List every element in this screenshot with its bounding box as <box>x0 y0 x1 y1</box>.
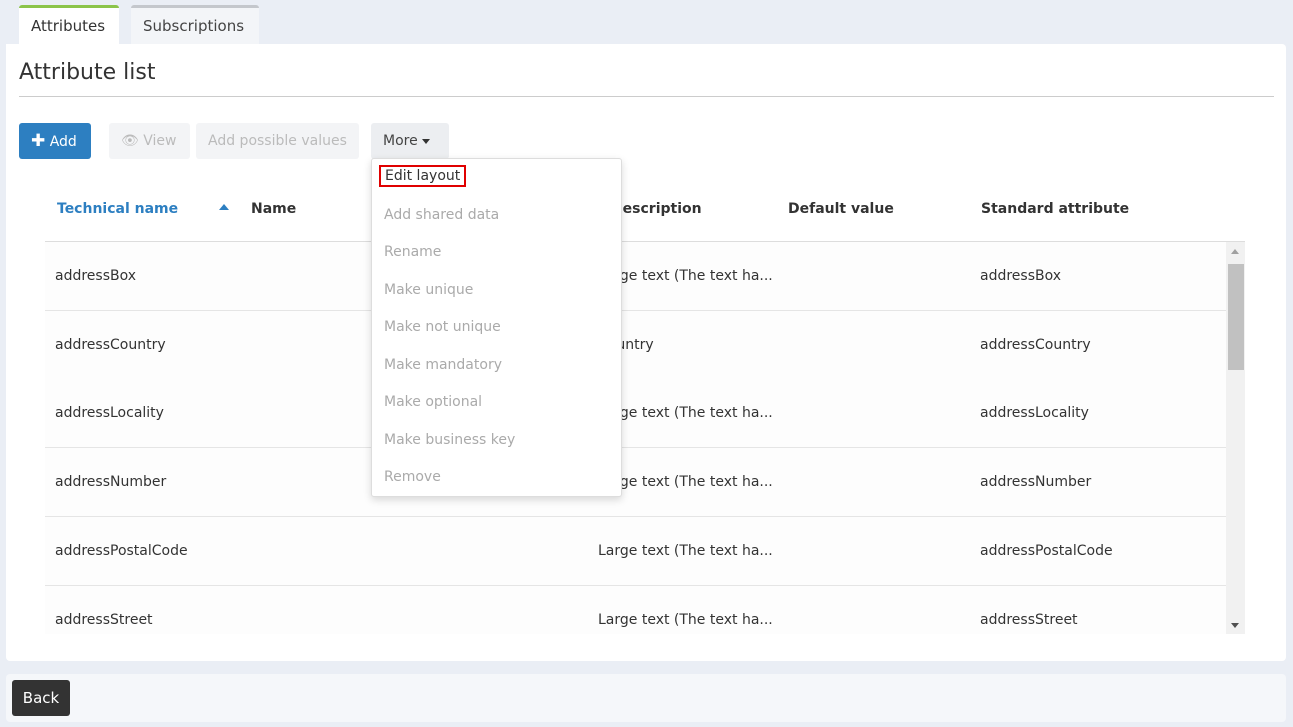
eye-icon: 👁 <box>121 133 139 149</box>
tab-subscriptions[interactable]: Subscriptions <box>131 5 259 45</box>
standard-attribute-cell: addressPostalCode <box>980 542 1113 559</box>
column-header-default-value[interactable]: Default value <box>788 201 894 217</box>
main-panel: Attribute list ✚ Add 👁 View Add possible… <box>6 44 1286 661</box>
add-button[interactable]: ✚ Add <box>19 123 91 159</box>
table-row[interactable]: addressBox Large text (The text ha... addr… <box>45 242 1226 311</box>
column-header-technical-name[interactable]: Technical name <box>57 201 178 217</box>
standard-attribute-cell: addressNumber <box>980 474 1092 491</box>
scroll-down-icon[interactable] <box>1231 623 1239 628</box>
menu-item-add-shared-data[interactable]: Add shared data <box>384 207 499 223</box>
column-header-name[interactable]: Name <box>251 201 296 217</box>
value-description-cell: Large text (The text ha... <box>598 611 773 628</box>
menu-item-make-business-key[interactable]: Make business key <box>384 432 515 448</box>
column-header-standard-attribute[interactable]: Standard attribute <box>981 201 1129 217</box>
value-description-cell: Large text (The text ha... <box>598 268 773 284</box>
menu-item-make-not-unique[interactable]: Make not unique <box>384 319 501 335</box>
technical-name-cell: addressBox <box>55 268 137 284</box>
standard-attribute-cell: addressBox <box>980 268 1062 284</box>
table-row[interactable]: addressLocality Large text (The text ha..… <box>45 379 1226 449</box>
value-description-cell: Large text (The text ha... <box>598 542 773 559</box>
technical-name-cell: addressStreet <box>55 611 153 628</box>
attribute-table: addressBox Large text (The text ha... addr… <box>45 241 1245 634</box>
table-row[interactable]: addressPostalCode Large text (The text ha… <box>45 516 1226 586</box>
more-label: More <box>383 133 418 149</box>
scrollbar-thumb[interactable] <box>1228 264 1244 370</box>
menu-item-edit-layout[interactable]: Edit layout <box>379 165 467 187</box>
technical-name-cell: addressPostalCode <box>55 542 188 559</box>
standard-attribute-cell: addressStreet <box>980 611 1078 628</box>
table-row[interactable]: addressCountry Country addressCountry <box>45 310 1226 380</box>
add-label: Add <box>49 134 77 150</box>
back-button[interactable]: Back <box>12 680 70 716</box>
view-label: View <box>143 133 177 149</box>
technical-name-cell: addressLocality <box>55 405 164 422</box>
table-row[interactable]: addressNumber Large text (The text ha... a… <box>45 448 1226 518</box>
menu-item-remove[interactable]: Remove <box>384 469 441 485</box>
more-dropdown-menu: Edit layout Add shared data Rename Make uni… <box>371 158 622 497</box>
technical-name-cell: addressNumber <box>55 474 167 491</box>
value-description-cell: Large text (The text ha... <box>598 405 773 422</box>
scrollbar[interactable] <box>1226 242 1245 634</box>
menu-item-make-mandatory[interactable]: Make mandatory <box>384 357 502 373</box>
technical-name-cell: addressCountry <box>55 336 166 353</box>
more-button[interactable]: More <box>371 123 449 159</box>
menu-item-make-optional[interactable]: Make optional <box>384 394 482 410</box>
caret-down-icon <box>421 138 430 144</box>
standard-attribute-cell: addressLocality <box>980 405 1089 422</box>
menu-item-make-unique[interactable]: Make unique <box>384 282 473 298</box>
view-button[interactable]: 👁 View <box>109 123 190 159</box>
add-possible-values-button[interactable]: Add possible values <box>196 123 359 159</box>
page-title: Attribute list <box>19 60 156 85</box>
scroll-up-icon[interactable] <box>1231 249 1239 254</box>
divider <box>19 96 1274 97</box>
table-row[interactable]: addressStreet Large text (The text ha... a… <box>45 585 1226 634</box>
value-description-cell: Large text (The text ha... <box>598 474 773 491</box>
footer-bar: Back <box>6 674 1286 722</box>
sort-ascending-icon[interactable] <box>219 204 229 210</box>
plus-icon: ✚ <box>31 131 46 151</box>
standard-attribute-cell: addressCountry <box>980 336 1091 353</box>
tab-attributes[interactable]: Attributes <box>19 5 119 45</box>
menu-item-rename[interactable]: Rename <box>384 244 441 260</box>
